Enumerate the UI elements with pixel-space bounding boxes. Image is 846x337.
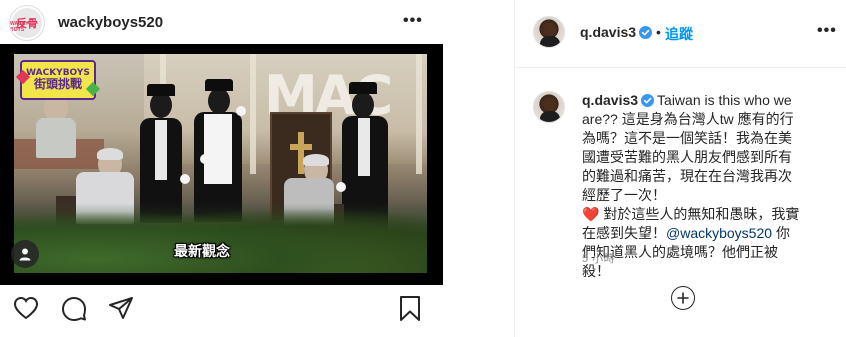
caption-author-avatar[interactable] — [533, 91, 565, 123]
author-username[interactable]: q.davis3 — [580, 24, 636, 40]
follow-button[interactable]: 追蹤 — [665, 24, 693, 44]
badge-bottom-text: 街頭挑戰 — [33, 76, 82, 91]
post-more-options-icon[interactable]: ••• — [403, 12, 423, 30]
right-panel-header: q.davis3 • 追蹤 ••• — [515, 0, 846, 68]
tagged-user-icon[interactable] — [11, 240, 39, 268]
header-more-options-icon[interactable]: ••• — [817, 22, 837, 40]
avatar-logo-sub: WACKY BOYS — [10, 21, 29, 33]
comment-icon[interactable] — [60, 294, 90, 324]
like-icon[interactable] — [12, 294, 42, 324]
post-author-avatar[interactable]: 反骨 WACKY BOYS — [9, 5, 45, 41]
mention-link[interactable]: @wackyboys520 — [666, 225, 772, 241]
share-icon[interactable] — [107, 294, 137, 324]
heart-emoji-icon: ❤️ — [582, 206, 600, 222]
save-icon[interactable] — [396, 294, 426, 324]
caption-body-1: Taiwan is this who we are?? 這是身為台灣人tw 應有… — [582, 92, 794, 203]
embedded-post: 反骨 WACKY BOYS wackyboys520 ••• MAC WACKY… — [0, 0, 443, 337]
plus-icon — [677, 292, 689, 304]
channel-badge: WACKYBOYS 街頭挑戰 — [15, 60, 101, 100]
separator-dot: • — [656, 24, 661, 40]
post-timestamp[interactable]: 5 小時 — [582, 250, 615, 266]
load-more-comments-button[interactable] — [671, 286, 695, 310]
author-avatar[interactable] — [533, 16, 565, 48]
post-author-username[interactable]: wackyboys520 — [58, 14, 163, 31]
post-header: 反骨 WACKY BOYS wackyboys520 ••• — [0, 0, 443, 45]
video-player[interactable]: MAC WACKYBOYS 街頭挑戰 最新觀念 — [0, 44, 443, 285]
post-caption: q.davis3 Taiwan is this who we are?? 這是身為… — [515, 68, 846, 337]
post-action-bar — [0, 294, 443, 337]
caption-username[interactable]: q.davis3 — [582, 92, 638, 108]
video-caption: 最新觀念 — [174, 244, 230, 260]
verified-badge-icon — [639, 26, 652, 39]
verified-badge-icon — [641, 94, 655, 107]
